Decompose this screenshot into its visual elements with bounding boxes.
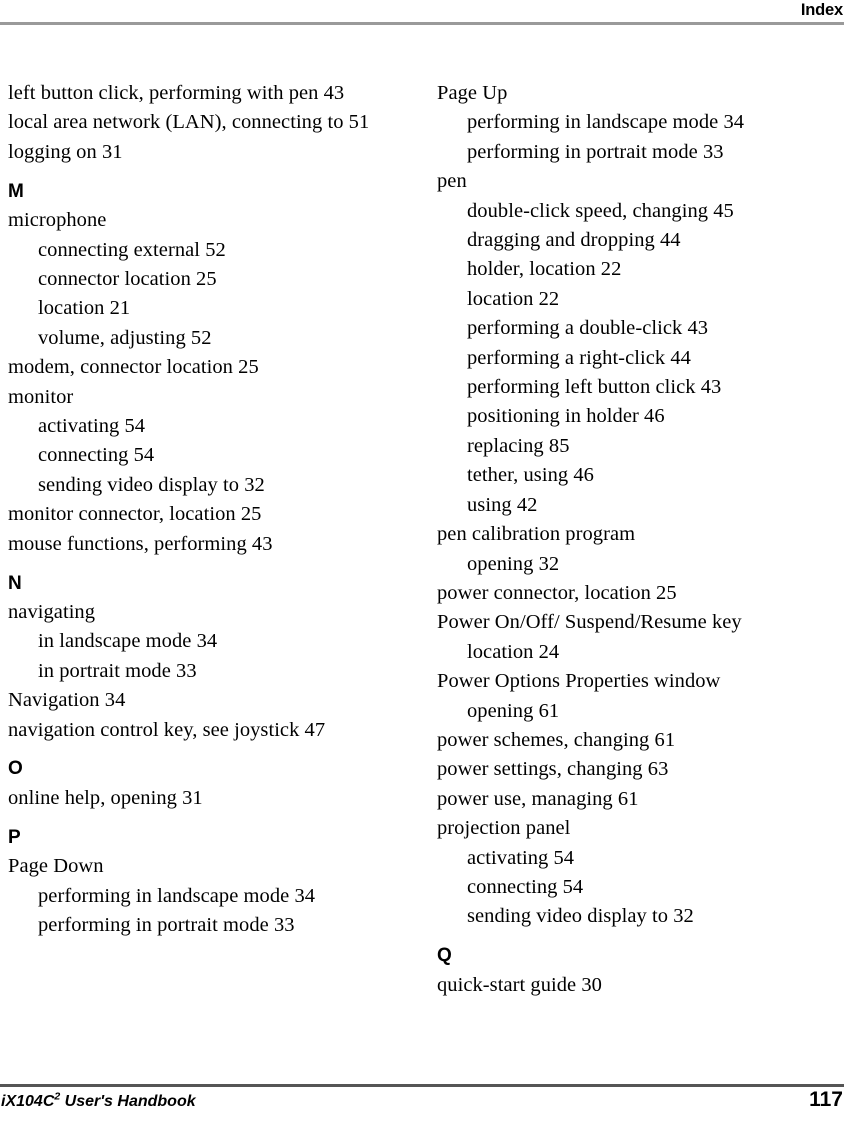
index-entry: power schemes, changing 61 <box>437 728 676 751</box>
index-subentry: sending video display to 32 <box>38 473 265 496</box>
footer-book-title: iX104C2 User's Handbook <box>1 1091 196 1113</box>
index-subentry: connector location 25 <box>38 267 217 290</box>
index-entry: Power On/Off/ Suspend/Resume key <box>437 611 742 634</box>
index-letter-heading: N <box>8 572 22 594</box>
index-subentry: in portrait mode 33 <box>38 659 197 682</box>
index-subentry: positioning in holder 46 <box>467 405 665 428</box>
index-entry: mouse functions, performing 43 <box>8 532 273 555</box>
index-entry: Page Down <box>8 855 104 878</box>
index-column-left: left button click, performing with pen 4… <box>8 79 408 940</box>
footer-divider <box>0 1084 844 1087</box>
index-subentry: in landscape mode 34 <box>38 630 218 653</box>
index-subentry: connecting external 52 <box>38 238 226 261</box>
index-subentry: holder, location 22 <box>467 258 622 281</box>
index-subentry: location 22 <box>467 287 560 310</box>
footer-book-title-main: iX104C <box>1 1093 55 1110</box>
page-header-title: Index <box>800 1 843 19</box>
index-subentry: performing in portrait mode 33 <box>38 913 295 936</box>
index-subentry: performing a right-click 44 <box>467 346 691 369</box>
index-subentry: performing left button click 43 <box>467 376 722 399</box>
index-entry: power connector, location 25 <box>437 581 677 604</box>
footer-book-title-rest: User's Handbook <box>60 1093 196 1110</box>
index-subentry: tether, using 46 <box>467 464 594 487</box>
index-letter-heading: Q <box>437 945 452 967</box>
index-letter-group: Oonline help, opening 31 <box>8 745 408 813</box>
footer-page-number: 117 <box>809 1088 843 1111</box>
index-letter-group: Mmicrophone connecting external 52 connect… <box>8 167 408 559</box>
index-entry: quick-start guide 30 <box>437 973 602 996</box>
index-entry: modem, connector location 25 <box>8 356 259 379</box>
index-subentry: sending video display to 32 <box>467 905 694 928</box>
index-subentry: connecting 54 <box>38 444 155 467</box>
index-entry: power use, managing 61 <box>437 787 639 810</box>
index-entry: microphone <box>8 209 107 232</box>
index-entry: projection panel <box>437 817 571 840</box>
page-footer: iX104C2 User's Handbook 117 <box>0 1084 844 1126</box>
index-subentry: replacing 85 <box>467 434 570 457</box>
index-subentry: volume, adjusting 52 <box>38 326 212 349</box>
index-entry: online help, opening 31 <box>8 786 203 809</box>
index-column-right: Page Up performing in landscape mode 34 pe… <box>437 79 837 1000</box>
index-subentry: connecting 54 <box>467 875 584 898</box>
index-entry: local area network (LAN), connecting to … <box>8 111 370 134</box>
index-entry: Power Options Properties window <box>437 670 721 693</box>
index-letter-group: Page Up performing in landscape mode 34 pe… <box>437 79 837 932</box>
index-entry: navigating <box>8 600 96 623</box>
index-entry: monitor <box>8 385 74 408</box>
index-subentry: opening 61 <box>467 699 560 722</box>
index-entry: power settings, changing 63 <box>437 758 669 781</box>
header-divider <box>0 22 844 25</box>
index-subentry: opening 32 <box>467 552 560 575</box>
index-entry: logging on 31 <box>8 140 123 163</box>
index-letter-group: Qquick-start guide 30 <box>437 932 837 1000</box>
index-entry: left button click, performing with pen 4… <box>8 82 345 104</box>
index-subentry: performing in landscape mode 34 <box>467 111 745 134</box>
index-entry: pen <box>437 170 467 193</box>
index-subentry: location 24 <box>467 640 560 663</box>
index-letter-heading: P <box>8 826 21 848</box>
index-letter-group: left button click, performing with pen 4… <box>8 79 408 167</box>
index-entry: Navigation 34 <box>8 689 126 712</box>
index-subentry: performing in landscape mode 34 <box>38 884 316 907</box>
index-subentry: dragging and dropping 44 <box>467 229 681 252</box>
index-subentry: location 21 <box>38 297 131 320</box>
index-subentry: double-click speed, changing 45 <box>467 199 734 222</box>
page-header: Index <box>0 0 844 32</box>
index-subentry: activating 54 <box>467 846 575 869</box>
index-entry: Page Up <box>437 82 508 104</box>
index-entry: pen calibration program <box>437 523 636 546</box>
index-letter-group: P Page Down performing in landscape mode 3… <box>8 813 408 940</box>
index-letter-heading: M <box>8 180 24 202</box>
index-subentry: activating 54 <box>38 414 146 437</box>
index-letter-group: Nnavigating in landscape mode 34 in portra… <box>8 559 408 745</box>
index-entry: navigation control key, see joystick 47 <box>8 718 326 741</box>
index-letter-heading: O <box>8 758 23 780</box>
index-subentry: using 42 <box>467 493 538 516</box>
index-entry: monitor connector, location 25 <box>8 503 262 526</box>
index-subentry: performing in portrait mode 33 <box>467 140 724 163</box>
index-subentry: performing a double-click 43 <box>467 317 709 340</box>
